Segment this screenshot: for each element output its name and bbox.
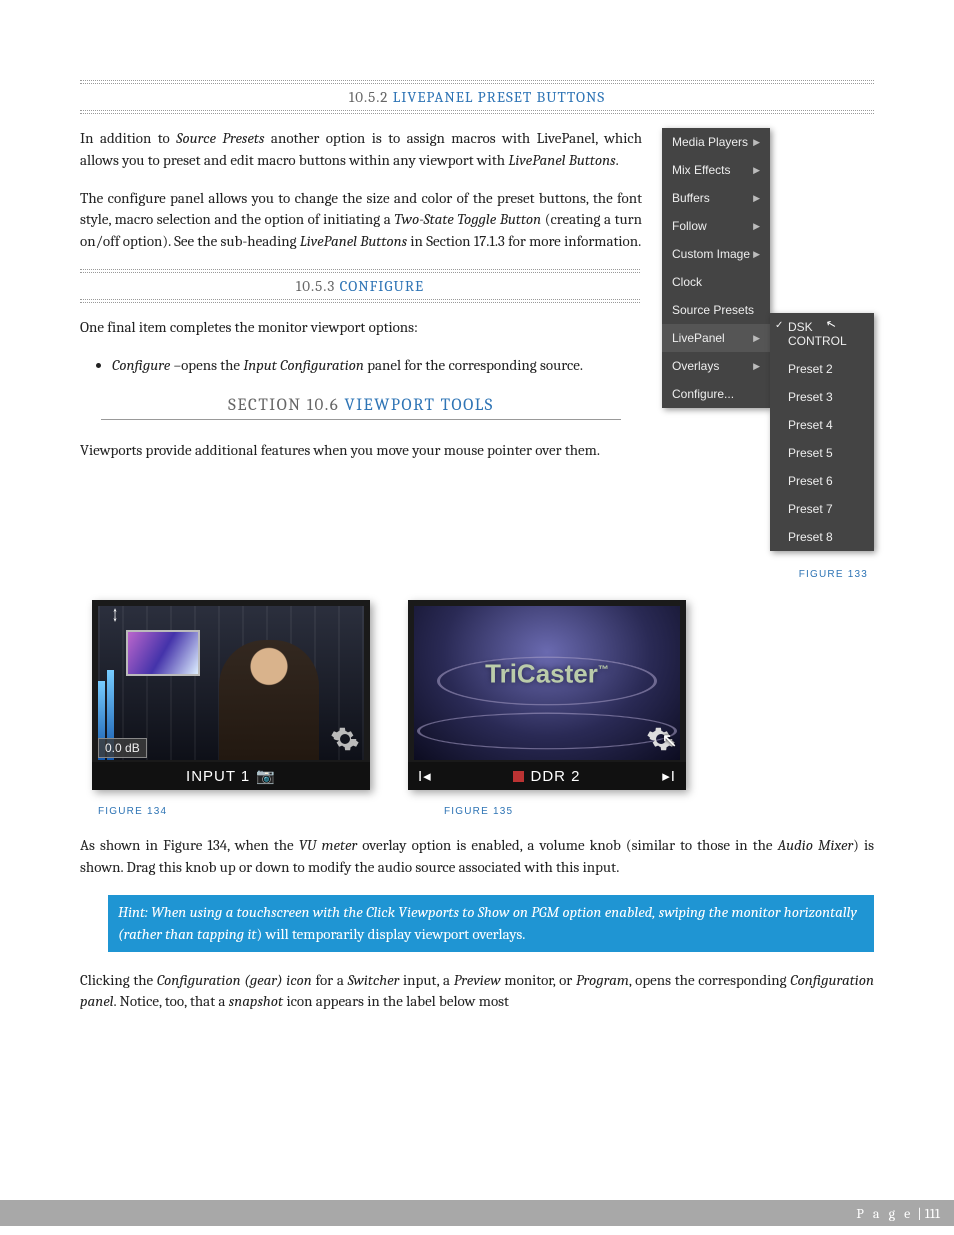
stop-icon[interactable] [513, 771, 524, 782]
submenu-item[interactable]: ✓DSK CONTROL↖ [770, 313, 874, 355]
menu-item[interactable]: Source Presets [662, 296, 770, 324]
menu-item[interactable]: Configure... [662, 380, 770, 408]
chevron-right-icon: ▶ [753, 165, 760, 176]
check-icon: ✓ [775, 320, 783, 331]
menu-item[interactable]: Mix Effects▶ [662, 156, 770, 184]
menu-item[interactable]: Buffers▶ [662, 184, 770, 212]
submenu-item[interactable]: Preset 2 [770, 355, 874, 383]
figure-caption: FIGURE 135 [444, 806, 722, 817]
heading-10-5-3: 10.5.3 CONFIGURE [80, 273, 640, 299]
cursor-icon: ↖ [661, 728, 678, 752]
submenu-item[interactable]: Preset 3 [770, 383, 874, 411]
prev-clip-icon[interactable]: I◂ [418, 767, 432, 785]
paragraph: The configure panel allows you to change… [80, 188, 642, 253]
menu-item[interactable]: Custom Image▶ [662, 240, 770, 268]
chevron-right-icon: ▶ [753, 333, 760, 344]
figure-caption: FIGURE 134 [98, 806, 376, 817]
snapshot-icon[interactable]: 📷 [256, 767, 276, 785]
submenu-item[interactable]: Preset 4 [770, 411, 874, 439]
viewport-label: DDR 2 [530, 768, 580, 785]
chevron-right-icon: ▶ [753, 249, 760, 260]
next-clip-icon[interactable]: ▸I [662, 767, 676, 785]
submenu-item[interactable]: Preset 7 [770, 495, 874, 523]
viewport-screenshot-input1: ↕ 0.0 dB INPUT 1 📷 [92, 600, 370, 790]
paragraph: As shown in Figure 134, when the VU mete… [80, 835, 874, 879]
chevron-right-icon: ▶ [753, 221, 760, 232]
menu-item[interactable]: Media Players▶ [662, 128, 770, 156]
heading-number: 10.5.2 [349, 88, 389, 106]
submenu-item[interactable]: Preset 6 [770, 467, 874, 495]
chevron-right-icon: ▶ [753, 361, 760, 372]
paragraph: In addition to Source Presets another op… [80, 128, 642, 172]
viewport-label: INPUT 1 [186, 768, 250, 785]
hint-box: Hint: When using a touchscreen with the … [108, 895, 874, 952]
viewport-screenshot-ddr2: TriCaster™ ↖ I◂ DDR 2 ▸I [408, 600, 686, 790]
volume-knob-icon[interactable]: ↕ [106, 606, 124, 634]
context-menu: Media Players▶Mix Effects▶Buffers▶Follow… [662, 128, 874, 551]
menu-item[interactable]: LivePanel▶ [662, 324, 770, 352]
figure-caption: FIGURE 133 [662, 569, 868, 580]
list-item: Configure –opens the Input Configuration… [112, 355, 642, 377]
submenu-item[interactable]: Preset 8 [770, 523, 874, 551]
chevron-right-icon: ▶ [753, 193, 760, 204]
submenu-item[interactable]: Preset 5 [770, 439, 874, 467]
chevron-right-icon: ▶ [753, 137, 760, 148]
paragraph: Viewports provide additional features wh… [80, 440, 642, 462]
gear-icon[interactable] [330, 724, 360, 754]
heading-title: LIVEPANEL PRESET BUTTONS [393, 88, 605, 106]
menu-item[interactable]: Clock [662, 268, 770, 296]
heading-10-6: SECTION 10.6 VIEWPORT TOOLS [101, 396, 621, 420]
db-readout: 0.0 dB [98, 738, 147, 758]
paragraph: One final item completes the monitor vie… [80, 317, 642, 339]
menu-item[interactable]: Overlays▶ [662, 352, 770, 380]
page-footer: P a g e | 111 [0, 1200, 954, 1226]
paragraph: Clicking the Configuration (gear) icon f… [80, 970, 874, 1014]
menu-item[interactable]: Follow▶ [662, 212, 770, 240]
heading-10-5-2: 10.5.2 LIVEPANEL PRESET BUTTONS [80, 84, 874, 110]
